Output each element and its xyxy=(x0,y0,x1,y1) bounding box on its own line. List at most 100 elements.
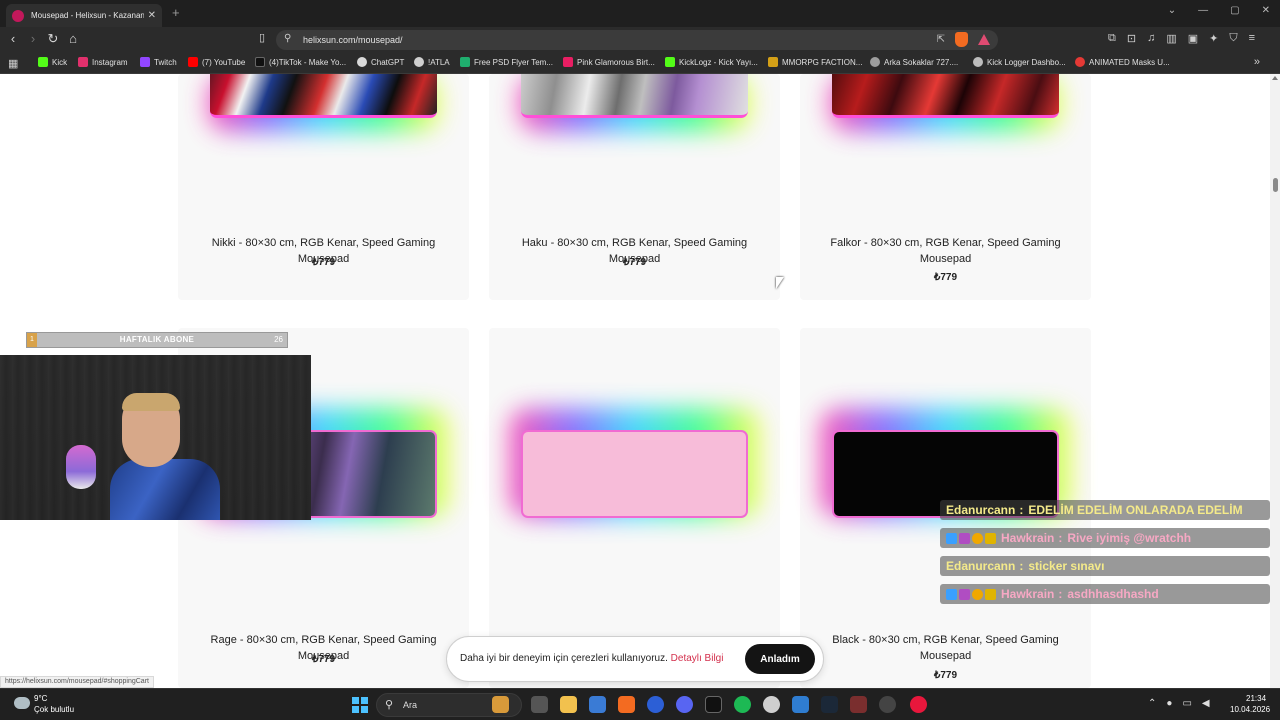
weather-description[interactable]: Çok bulutlu xyxy=(34,705,74,714)
arka-sokaklar-icon xyxy=(870,57,880,67)
minimize-icon[interactable]: — xyxy=(1198,5,1208,16)
search-highlight-icon[interactable] xyxy=(492,696,509,713)
chat-text: sticker sınavı xyxy=(1028,559,1105,573)
brave-shields-icon[interactable] xyxy=(955,32,968,47)
product-image[interactable] xyxy=(521,430,748,518)
screenshot-icon[interactable]: ⊡ xyxy=(1127,32,1136,45)
photos-app-icon[interactable] xyxy=(792,696,809,713)
bookmark-animated-masks[interactable]: ANIMATED Masks U... xyxy=(1075,57,1170,67)
browser-tab-active[interactable]: Mousepad - Helixsun - Kazanan ✕ xyxy=(6,4,162,27)
mmorpg-icon xyxy=(768,57,778,67)
maximize-icon[interactable]: ▢ xyxy=(1230,5,1239,16)
bookmark-instagram[interactable]: Instagram xyxy=(78,57,128,67)
next-app-icon[interactable] xyxy=(705,696,722,713)
bookmark-kick-logger[interactable]: Kick Logger Dashbo... xyxy=(973,57,1066,67)
volume-icon[interactable]: ◀ xyxy=(1202,698,1210,709)
weather-temperature[interactable]: 9°C xyxy=(34,694,47,703)
file-explorer-icon[interactable] xyxy=(560,696,577,713)
subscriber-badge-icon xyxy=(946,532,957,544)
record-app-icon[interactable] xyxy=(910,696,927,713)
streamer-hair xyxy=(122,393,180,411)
product-card[interactable] xyxy=(489,328,780,688)
product-image[interactable] xyxy=(832,74,1059,118)
product-card[interactable]: Haku - 80×30 cm, RGB Kenar, Speed Gaming… xyxy=(489,74,780,300)
crown-badge-icon xyxy=(985,532,996,544)
menu-icon[interactable]: ≡ xyxy=(1249,32,1255,45)
sidebar-icon[interactable]: ▥ xyxy=(1166,32,1176,45)
settings-gear-icon[interactable] xyxy=(763,696,780,713)
more-bookmarks-icon[interactable]: » xyxy=(1254,56,1260,68)
product-card[interactable]: Nikki - 80×30 cm, RGB Kenar, Speed Gamin… xyxy=(178,74,469,300)
bookmark-twitch[interactable]: Twitch xyxy=(140,57,177,67)
obs-icon[interactable] xyxy=(879,696,896,713)
browser-toolbar: ‹ › ↻ ⌂ ▯ ⚲ helixsun.com/mousepad/ ⇱ ⧉ ⊡… xyxy=(0,27,1280,53)
reload-icon[interactable]: ↻ xyxy=(44,31,62,47)
address-bar[interactable]: ⚲ helixsun.com/mousepad/ ⇱ xyxy=(276,30,998,50)
system-tray: ⌃ ● ▭ ◀ xyxy=(1148,698,1210,709)
chat-username: Edanurcann xyxy=(946,559,1016,573)
toolbar-icons: ⧉ ⊡ ♫ ▥ ▣ ✦ ⛉ ≡ xyxy=(1108,32,1255,45)
window-controls: ⌄ — ▢ ✕ xyxy=(1168,5,1270,16)
home-icon[interactable]: ⌂ xyxy=(64,31,82,46)
bookmark-kicklogz[interactable]: KickLogz - Kick Yayı... xyxy=(665,57,758,67)
music-icon[interactable]: ♫ xyxy=(1147,32,1155,45)
microsoft-store-icon[interactable] xyxy=(589,696,606,713)
bookmark-freepsd[interactable]: Free PSD Flyer Tem... xyxy=(460,57,553,67)
spotify-icon[interactable] xyxy=(734,696,751,713)
tray-overflow-chevron-icon[interactable]: ⌃ xyxy=(1148,698,1156,709)
clock-time[interactable]: 21:34 xyxy=(1246,694,1266,703)
vpn-shield-icon[interactable]: ⛉ xyxy=(1229,32,1237,45)
cookie-accept-button[interactable]: Anladım xyxy=(745,644,815,674)
share-icon[interactable]: ⇱ xyxy=(937,34,945,47)
page-scrollbar[interactable] xyxy=(1270,74,1280,688)
tab-list-chevron-icon[interactable]: ⌄ xyxy=(1168,5,1176,16)
product-image[interactable] xyxy=(521,74,748,118)
bookmark-arka-sokaklar[interactable]: Arka Sokaklar 727.... xyxy=(870,57,958,67)
chat-message: Edanurcann : sticker sınavı xyxy=(940,556,1270,576)
cookie-details-link[interactable]: Detaylı Bilgi xyxy=(671,653,724,664)
bookmark-youtube[interactable]: (7) YouTube xyxy=(188,57,245,67)
product-name[interactable]: Black - 80×30 cm, RGB Kenar, Speed Gamin… xyxy=(800,632,1091,664)
bookmark-atla[interactable]: !ATLA xyxy=(414,57,450,67)
task-view-icon[interactable] xyxy=(531,696,548,713)
display-tray-icon[interactable]: ▭ xyxy=(1182,698,1191,709)
bookmark-mmorpg[interactable]: MMORPG FACTION... xyxy=(768,57,862,67)
bookmark-kick[interactable]: Kick xyxy=(38,57,67,67)
globe-icon xyxy=(973,57,983,67)
discord-icon[interactable] xyxy=(676,696,693,713)
cloud-weather-icon[interactable] xyxy=(14,697,30,709)
product-image[interactable] xyxy=(210,74,437,118)
product-card[interactable]: Falkor - 80×30 cm, RGB Kenar, Speed Gami… xyxy=(800,74,1091,300)
ea-app-icon[interactable] xyxy=(647,696,664,713)
steam-icon[interactable] xyxy=(821,696,838,713)
wallet-icon[interactable]: ▣ xyxy=(1188,32,1198,45)
leo-ai-icon[interactable]: ✦ xyxy=(1209,32,1218,45)
new-tab-plus-icon[interactable]: + xyxy=(172,5,180,20)
brave-browser-icon[interactable] xyxy=(618,696,635,713)
scroll-thumb[interactable] xyxy=(1273,178,1278,192)
apps-grid-icon[interactable]: ▦ xyxy=(8,57,18,70)
bookmark-pink-glamorous[interactable]: Pink Glamorous Birt... xyxy=(563,57,655,67)
scroll-up-arrow-icon[interactable] xyxy=(1272,76,1278,80)
bookmark-tiktok[interactable]: (4)TikTok - Make Yo... xyxy=(255,57,346,67)
site-settings-icon[interactable]: ⚲ xyxy=(284,33,291,44)
bookmark-page-icon[interactable]: ▯ xyxy=(253,31,271,44)
clock-date[interactable]: 10.04.2026 xyxy=(1230,705,1270,714)
microphone-tray-icon[interactable]: ● xyxy=(1166,698,1172,709)
chat-separator: : xyxy=(1058,531,1063,545)
game-app-icon[interactable] xyxy=(850,696,867,713)
instagram-icon xyxy=(78,57,88,67)
url-text: helixsun.com/mousepad/ xyxy=(303,35,403,45)
product-name[interactable]: Falkor - 80×30 cm, RGB Kenar, Speed Gami… xyxy=(800,235,1091,267)
bookmark-chatgpt[interactable]: ChatGPT xyxy=(357,57,404,67)
tab-close-icon[interactable]: ✕ xyxy=(148,10,156,21)
streamer-shirt xyxy=(110,459,220,520)
extensions-icon[interactable]: ⧉ xyxy=(1108,32,1116,45)
close-window-icon[interactable]: ✕ xyxy=(1262,5,1270,16)
pen-icon xyxy=(563,57,573,67)
back-arrow-icon[interactable]: ‹ xyxy=(4,31,22,46)
forward-arrow-icon[interactable]: › xyxy=(24,31,42,46)
windows-start-icon[interactable] xyxy=(352,697,368,713)
brave-rewards-icon[interactable] xyxy=(978,34,990,45)
chatgpt-icon xyxy=(357,57,367,67)
